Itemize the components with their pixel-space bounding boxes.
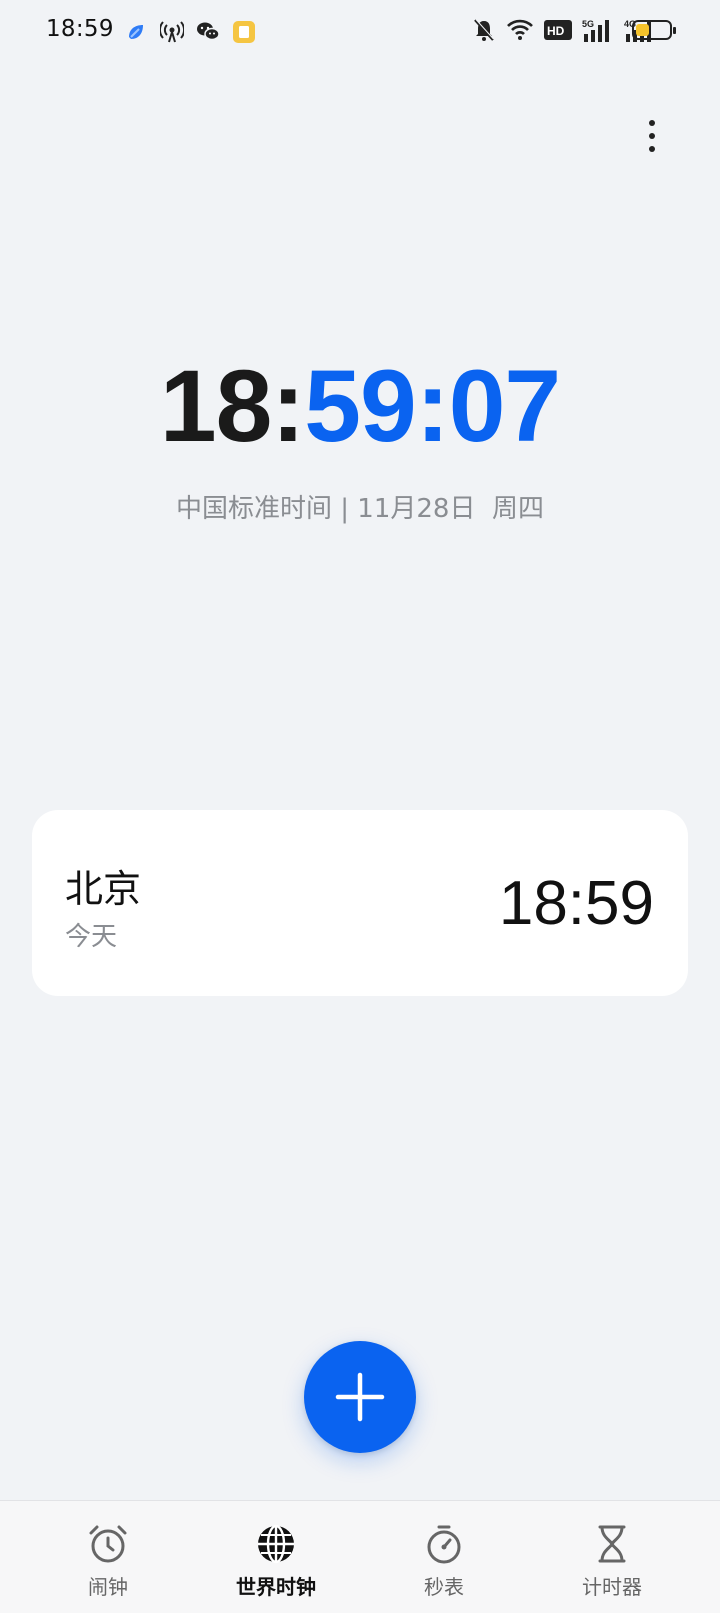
city-name: 北京	[65, 867, 142, 911]
wifi-icon	[506, 18, 534, 42]
hd-icon: HD	[544, 18, 572, 42]
tab-world-clock-label: 世界时钟	[236, 1575, 316, 1599]
more-dot	[649, 133, 655, 139]
svg-text:5G: 5G	[582, 19, 594, 29]
app-icon-blue	[124, 20, 148, 44]
add-city-button[interactable]	[304, 1341, 416, 1453]
tab-alarm[interactable]: 闹钟	[28, 1523, 188, 1600]
battery-icon	[632, 20, 676, 40]
system-icons: HD 5G 4G	[472, 18, 656, 42]
notification-icons	[124, 20, 256, 44]
globe-icon	[255, 1523, 297, 1565]
tab-stopwatch-label: 秒表	[424, 1575, 464, 1599]
tab-alarm-label: 闹钟	[88, 1575, 128, 1599]
more-dot	[649, 146, 655, 152]
battery-level	[636, 24, 649, 36]
city-day-label: 今天	[65, 922, 118, 952]
mute-bell-icon	[472, 18, 496, 42]
tab-timer[interactable]: 计时器	[532, 1523, 692, 1600]
more-options-button[interactable]	[640, 116, 664, 156]
main-clock-hours: 18:	[159, 349, 305, 463]
hourglass-icon	[591, 1523, 633, 1565]
plus-icon	[335, 1372, 385, 1422]
bottom-nav: 闹钟 世界时钟 秒表 计时器	[0, 1500, 720, 1613]
tab-stopwatch[interactable]: 秒表	[364, 1523, 524, 1600]
hotspot-icon	[160, 20, 184, 44]
status-time: 18:59	[46, 16, 114, 42]
tab-timer-label: 计时器	[582, 1575, 642, 1599]
main-clock: 18:59:07	[0, 348, 720, 465]
timezone-date-label: 中国标准时间 | 11月28日 周四	[176, 494, 544, 524]
main-clock-minutes-seconds: 59:07	[304, 349, 561, 463]
tab-world-clock[interactable]: 世界时钟	[196, 1523, 356, 1600]
more-dot	[649, 120, 655, 126]
city-card-beijing[interactable]: 北京 今天 18:59	[32, 810, 688, 996]
status-bar: 18:59 HD 5G 4G	[0, 0, 720, 66]
alarm-clock-icon	[87, 1523, 129, 1565]
notes-app-icon	[232, 20, 256, 44]
stopwatch-icon	[423, 1523, 465, 1565]
city-time: 18:59	[498, 869, 654, 938]
signal-5g-icon: 5G	[582, 18, 614, 42]
wechat-icon	[196, 20, 220, 44]
svg-text:HD: HD	[547, 24, 565, 38]
